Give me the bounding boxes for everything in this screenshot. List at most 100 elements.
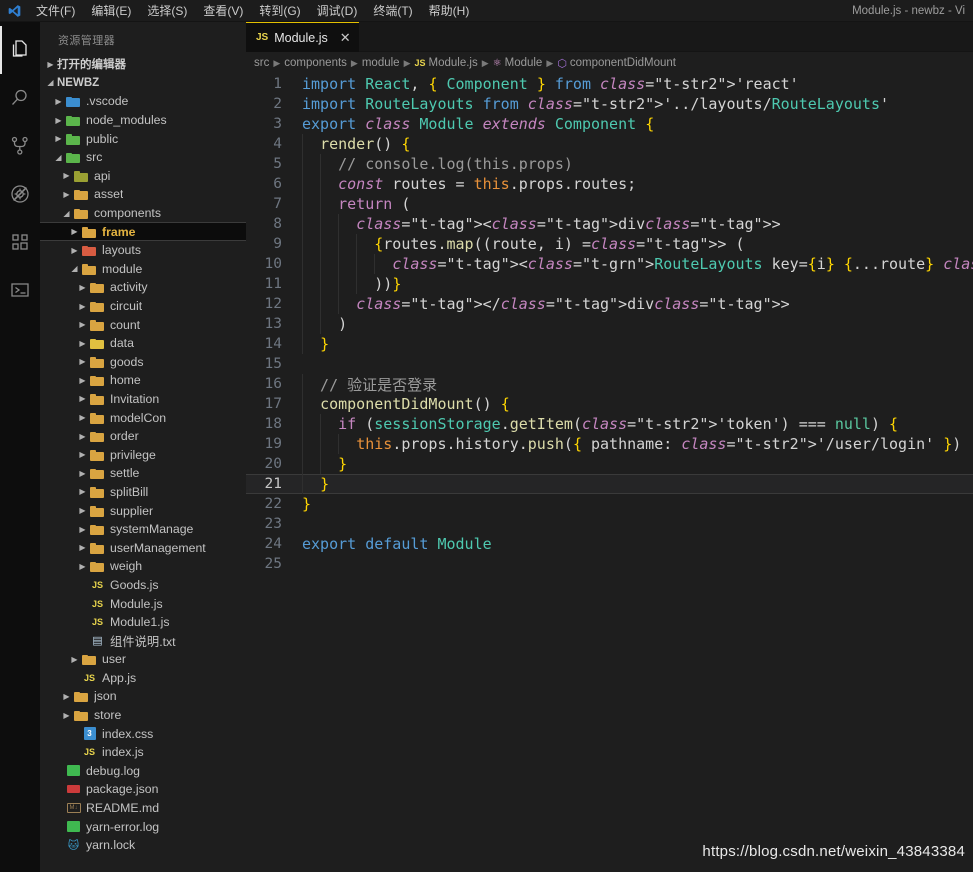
tree-item-settle[interactable]: ▶ settle [40,464,246,483]
code-line[interactable]: 11 ))} [246,274,973,294]
code-line[interactable]: 1 import React, { Component } from class=… [246,74,973,94]
tree-item-public[interactable]: ▶ public [40,129,246,148]
menu-edit[interactable]: 编辑(E) [83,0,139,22]
menu-view[interactable]: 查看(V) [195,0,251,22]
tree-item-modelcon[interactable]: ▶ modelCon [40,408,246,427]
tree-item-nodemodules[interactable]: ▶ node_modules [40,111,246,130]
code-line[interactable]: 6 const routes = this.props.routes; [246,174,973,194]
code-line[interactable]: 17 componentDidMount() { [246,394,973,414]
tree-item-packagejson[interactable]: package.json [40,780,246,799]
tree-item-supplier[interactable]: ▶ supplier [40,501,246,520]
tree-item-module1js[interactable]: JS Module1.js [40,613,246,632]
code-text: return ( [338,195,411,213]
code-line[interactable]: 25 [246,554,973,574]
tab-module-js[interactable]: JS Module.js ✕ [246,22,359,52]
tree-item-module[interactable]: ◢ module [40,260,246,279]
tree-item-splitbill[interactable]: ▶ splitBill [40,483,246,502]
tree-item-activity[interactable]: ▶ activity [40,278,246,297]
tree-item-txt[interactable]: ▤ 组件说明.txt [40,631,246,650]
tree-item-circuit[interactable]: ▶ circuit [40,297,246,316]
tree-item-asset[interactable]: ▶ asset [40,185,246,204]
code-line[interactable]: 21 } [246,474,973,494]
code-line[interactable]: 19 this.props.history.push({ pathname: c… [246,434,973,454]
code-line[interactable]: 23 [246,514,973,534]
code-line[interactable]: 12 class="t-tag"></class="t-tag">divclas… [246,294,973,314]
tree-item-count[interactable]: ▶ count [40,315,246,334]
code-editor[interactable]: 1 import React, { Component } from class=… [246,74,973,872]
tree-item-modulejs[interactable]: JS Module.js [40,594,246,613]
close-icon[interactable]: ✕ [340,31,351,44]
code-line[interactable]: 3 export class Module extends Component { [246,114,973,134]
code-line[interactable]: 5 // console.log(this.props) [246,154,973,174]
tree-item-store[interactable]: ▶ store [40,706,246,725]
menu-debug[interactable]: 调试(D) [309,0,366,22]
tree-item-indexcss[interactable]: 3 index.css [40,724,246,743]
tree-item-weigh[interactable]: ▶ weigh [40,557,246,576]
activity-files-explorer-icon[interactable] [0,26,40,74]
folder-glyph [90,337,105,350]
tree-item-api[interactable]: ▶ api [40,167,246,186]
tree-item-components[interactable]: ◢ components [40,204,246,223]
breadcrumb-item-file[interactable]: JS Module.js [414,57,477,69]
tree-item-goods[interactable]: ▶ goods [40,353,246,372]
code-line[interactable]: 10 class="t-tag"><class="t-grn">RouteLay… [246,254,973,274]
tree-item-data[interactable]: ▶ data [40,334,246,353]
section-newbz[interactable]: ◢ NEWBZ [40,74,246,93]
tree-item-invitation[interactable]: ▶ Invitation [40,390,246,409]
activity-source-control-icon[interactable] [0,122,40,170]
tree-item-user[interactable]: ▶ user [40,650,246,669]
code-line[interactable]: 15 [246,354,973,374]
breadcrumb-item-method[interactable]: ⬡ componentDidMount [557,57,676,70]
breadcrumb-item-components[interactable]: components [284,57,347,69]
folder-glyph [90,319,105,331]
breadcrumb-item-src[interactable]: src [254,57,269,69]
tree-item-readmemd[interactable]: M↓ README.md [40,799,246,818]
tree-item-home[interactable]: ▶ home [40,371,246,390]
code-line[interactable]: 9 {routes.map((route, i) =class="t-tag">… [246,234,973,254]
menu-bar[interactable]: 文件(F) 编辑(E) 选择(S) 查看(V) 转到(G) 调试(D) 终端(T… [28,0,477,22]
tree-item-json[interactable]: ▶ json [40,687,246,706]
activity-extensions-icon[interactable] [0,218,40,266]
tree-item-yarnlock[interactable]: 🐱 yarn.lock [40,836,246,855]
tree-item-usermanagement[interactable]: ▶ userManagement [40,538,246,557]
folder-icon [89,278,106,296]
code-line[interactable]: 18 if (sessionStorage.getItem(class="t-s… [246,414,973,434]
tree-item-layouts[interactable]: ▶ layouts [40,241,246,260]
code-line[interactable]: 24 export default Module [246,534,973,554]
code-line[interactable]: 7 return ( [246,194,973,214]
activity-search-icon[interactable] [0,74,40,122]
tree-item-frame[interactable]: ▶ frame [40,222,246,241]
code-line[interactable]: 22} [246,494,973,514]
tree-item-goodsjs[interactable]: JS Goods.js [40,576,246,595]
search-icon [12,89,27,105]
tree-item-appjs[interactable]: JS App.js [40,669,246,688]
menu-terminal[interactable]: 终端(T) [365,0,420,22]
menu-help[interactable]: 帮助(H) [421,0,478,22]
code-text: ) [302,315,348,333]
tree-item-indexjs[interactable]: JS index.js [40,743,246,762]
code-line[interactable]: 16 // 验证是否登录 [246,374,973,394]
tree-item-order[interactable]: ▶ order [40,427,246,446]
tree-item-yarnerrorlog[interactable]: yarn-error.log [40,817,246,836]
chevron-right-icon: ▶ [79,431,86,441]
breadcrumb-file-label: Module.js [428,57,478,69]
tree-item-vscode[interactable]: ▶ .vscode [40,92,246,111]
code-line[interactable]: 4 render() { [246,134,973,154]
menu-file[interactable]: 文件(F) [28,0,83,22]
code-line[interactable]: 14 } [246,334,973,354]
menu-go[interactable]: 转到(G) [251,0,308,22]
tree-item-privilege[interactable]: ▶ privilege [40,445,246,464]
tree-item-src[interactable]: ◢ src [40,148,246,167]
breadcrumb-item-module[interactable]: module [362,57,400,69]
section-open-editors[interactable]: ▶ 打开的编辑器 [40,55,246,74]
tree-item-debuglog[interactable]: debug.log [40,762,246,781]
breadcrumb-item-class[interactable]: ⚛ Module [493,57,543,69]
activity-terminal-icon[interactable] [0,266,40,314]
code-line[interactable]: 13 ) [246,314,973,334]
activity-run-debug-disabled-icon[interactable] [0,170,40,218]
tree-item-systemmanage[interactable]: ▶ systemManage [40,520,246,539]
code-line[interactable]: 8 class="t-tag"><class="t-tag">divclass=… [246,214,973,234]
code-line[interactable]: 2 import RouteLayouts from class="t-str2"… [246,94,973,114]
menu-selection[interactable]: 选择(S) [139,0,195,22]
code-line[interactable]: 20 } [246,454,973,474]
